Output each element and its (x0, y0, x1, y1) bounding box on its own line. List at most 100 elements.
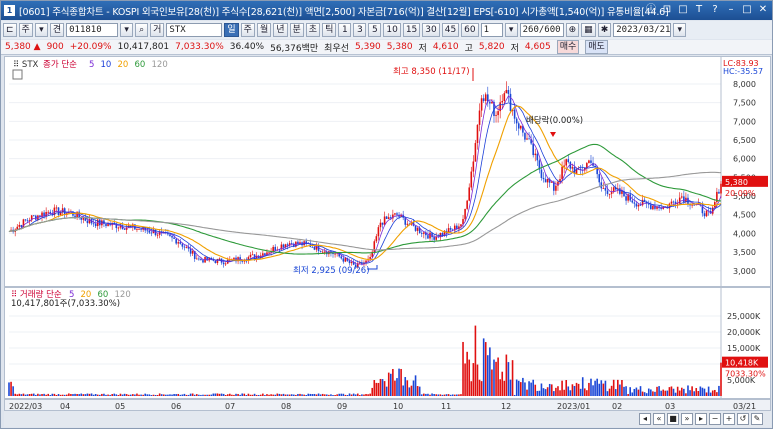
code-dropdown-icon[interactable]: ▾ (120, 23, 134, 37)
volume-chart-panel[interactable]: 25,000K20,000K15,000K10,000K5,000K⠿ 거래량 … (4, 287, 771, 399)
volume-bar (402, 385, 404, 396)
candle-body (557, 181, 559, 186)
volume-bar (90, 393, 93, 396)
close-button[interactable]: ✕ (756, 3, 770, 17)
info-icon[interactable]: ⓘ (644, 3, 658, 17)
tab-second[interactable]: 초 (305, 23, 321, 37)
scroll-right-icon[interactable]: » (681, 413, 693, 425)
volume-value-label: 10,417,801주(7,033.30%) (11, 299, 120, 309)
high-price: 5,820 (478, 42, 505, 52)
volume-bar (367, 394, 369, 396)
volume-bar (276, 393, 279, 396)
scroll-first-icon[interactable]: ◂ (639, 413, 651, 425)
volume-bar (202, 394, 204, 396)
candle-body (286, 244, 289, 246)
volume-bar (121, 394, 124, 396)
price-chart-panel[interactable]: 8,0007,5007,0006,5006,0005,5005,0004,500… (4, 56, 771, 287)
volume-bar (348, 393, 351, 396)
volume-bar (187, 394, 190, 396)
volume-bar (352, 393, 355, 396)
layout-icon[interactable]: ⊡ (660, 3, 674, 17)
grid-icon[interactable]: ▦ (581, 23, 596, 37)
buy-button[interactable]: 매수 (556, 40, 580, 54)
candle-body (478, 110, 481, 125)
candle-body (588, 160, 590, 164)
scroll-last-icon[interactable]: ▸ (695, 413, 707, 425)
count-dropdown-icon[interactable]: ▾ (504, 23, 518, 37)
candle-body (464, 208, 466, 220)
volume-bar (359, 395, 361, 396)
zoom-in-icon[interactable]: ⊕ (565, 23, 580, 37)
help-icon[interactable]: ? (708, 3, 722, 17)
tab-week[interactable]: 주 (240, 23, 255, 37)
count-input[interactable]: 1 (480, 23, 503, 37)
interval-60[interactable]: 60 (461, 23, 479, 37)
font-icon[interactable]: T (692, 3, 706, 17)
price-chart[interactable]: 8,0007,5007,0006,5006,0005,5005,0004,500… (5, 57, 770, 286)
dropdown-icon[interactable]: ▾ (34, 23, 48, 37)
volume-bar (639, 386, 642, 396)
volume-bar (173, 394, 175, 396)
volume-bar (645, 393, 648, 396)
candle-body (532, 143, 534, 156)
candle-body (414, 225, 417, 231)
interval-45[interactable]: 45 (441, 23, 460, 37)
maximize-button[interactable]: □ (740, 3, 754, 17)
date-input[interactable]: 2023/03/21 (613, 23, 672, 37)
search-icon[interactable]: ⌕ (135, 23, 149, 37)
period-select[interactable]: 주 (18, 23, 33, 37)
candle-body (26, 220, 29, 222)
interval-30[interactable]: 30 (422, 23, 440, 37)
interval-3[interactable]: 3 (353, 23, 367, 37)
volume-bar (627, 394, 629, 396)
scroll-left-icon[interactable]: « (653, 413, 665, 425)
calendar-icon[interactable]: ▾ (673, 23, 687, 37)
candle-body (377, 227, 380, 237)
settings-icon[interactable]: ✱ (597, 23, 612, 37)
zoom-field[interactable]: 260/600 (519, 23, 564, 37)
interval-1[interactable]: 1 (338, 23, 352, 37)
candle-body (323, 251, 326, 253)
candle-body (608, 193, 611, 195)
stock-mode-select[interactable]: 견 (49, 23, 65, 37)
zoom-in-button[interactable]: + (723, 413, 735, 425)
tab-month[interactable]: 월 (256, 23, 272, 37)
stock-code-input[interactable]: 011810 (66, 23, 119, 37)
zoom-out-icon[interactable]: − (709, 413, 721, 425)
volume-bar (550, 384, 553, 396)
volume-chart[interactable]: 25,000K20,000K15,000K10,000K5,000K⠿ 거래량 … (5, 288, 770, 398)
volume-bar (476, 364, 479, 396)
candle-body (466, 200, 468, 209)
chart-type-icon[interactable]: ⊏ (3, 23, 17, 37)
candle-body (150, 232, 153, 234)
chart-tool-icon[interactable]: ✎ (751, 413, 763, 425)
price-tick-label: 6,500 (733, 136, 756, 145)
candle-body (321, 251, 324, 253)
interval-10[interactable]: 10 (383, 23, 401, 37)
interval-15[interactable]: 15 (402, 23, 421, 37)
stock-name-field[interactable]: STX (166, 23, 223, 37)
window-icon[interactable]: □ (676, 3, 690, 17)
volume-bar (162, 394, 165, 396)
interval-5[interactable]: 5 (368, 23, 382, 37)
volume-bar (212, 393, 215, 396)
volume-bar (59, 394, 62, 396)
tab-minute[interactable]: 분 (289, 23, 304, 37)
volume-bar (305, 395, 307, 396)
tab-tick[interactable]: 틱 (322, 23, 337, 37)
volume-bar (654, 391, 656, 396)
low-label: 저 (418, 43, 427, 54)
tab-day[interactable]: 일 (224, 23, 239, 37)
sell-button[interactable]: 매도 (585, 40, 608, 54)
candle-body (396, 213, 398, 215)
volume-bar (30, 393, 33, 396)
tab-year[interactable]: 년 (273, 23, 288, 37)
candle-body (497, 111, 499, 116)
candle-body (268, 252, 270, 254)
volume-bar (530, 382, 532, 396)
reset-icon[interactable]: ↺ (737, 413, 749, 425)
minimize-button[interactable]: – (724, 3, 738, 17)
volume-bar (299, 393, 301, 396)
scroll-stop-icon[interactable]: ■ (667, 413, 679, 425)
current-pct-label: 20.09% (725, 189, 756, 198)
